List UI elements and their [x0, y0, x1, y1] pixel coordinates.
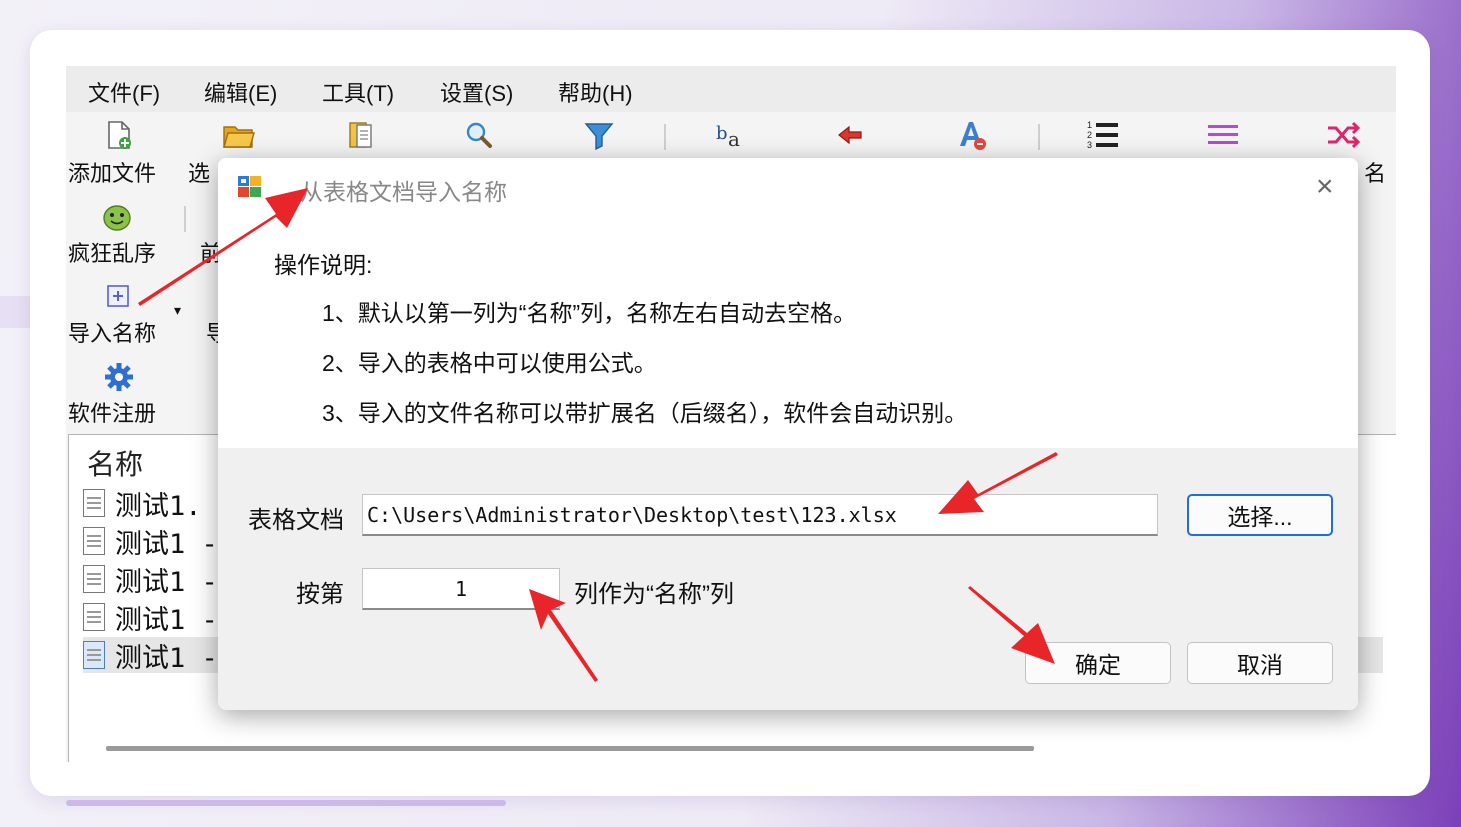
- column-header-name[interactable]: 名称: [87, 443, 143, 483]
- text-case-icon[interactable]: ba: [714, 118, 748, 152]
- column-prefix-label: 按第: [296, 581, 344, 608]
- column-number-input[interactable]: [362, 568, 560, 610]
- add-file-icon[interactable]: [102, 118, 136, 152]
- gear-icon[interactable]: [102, 360, 136, 394]
- svg-text:1: 1: [1087, 120, 1092, 130]
- shuffle-icon[interactable]: [1326, 118, 1360, 152]
- menu-settings[interactable]: 设置(S): [440, 76, 513, 108]
- list-item[interactable]: 测试1. t: [83, 485, 235, 522]
- menu-file[interactable]: 文件(F): [88, 76, 160, 108]
- doc-icon: [83, 489, 105, 517]
- import-icon[interactable]: [102, 280, 136, 314]
- list-item[interactable]: 测试1 -: [83, 561, 218, 598]
- app-logo-icon: [236, 172, 264, 200]
- doc-icon: [83, 527, 105, 555]
- red-pointer-icon[interactable]: [834, 118, 868, 152]
- cancel-button[interactable]: 取消: [1187, 642, 1333, 684]
- list-item-name: 测试1 -: [115, 604, 218, 636]
- search-icon[interactable]: [462, 118, 496, 152]
- svg-text:b: b: [716, 123, 728, 144]
- import-dialog: 从表格文档导入名称 × 操作说明: 1、默认以第一列为“名称”列，名称左右自动去…: [218, 158, 1358, 710]
- smiley-icon[interactable]: [100, 200, 134, 234]
- horizontal-scrollbar[interactable]: [106, 746, 1034, 751]
- list-item[interactable]: 测试1 -: [83, 523, 218, 560]
- background-decor-left: [0, 296, 30, 328]
- instruction-line: 3、导入的文件名称可以带扩展名（后缀名），软件会自动识别。: [322, 400, 968, 426]
- column-suffix-label: 列作为“名称”列: [574, 581, 734, 608]
- lines-icon[interactable]: [1206, 118, 1240, 152]
- instruction-line: 1、默认以第一列为“名称”列，名称左右自动去空格。: [322, 300, 857, 326]
- menu-bar: 文件(F) 编辑(E) 工具(T) 设置(S) 帮助(H): [66, 66, 1396, 112]
- ok-button[interactable]: 确定: [1025, 642, 1171, 684]
- import-names-label[interactable]: 导入名称: [68, 316, 156, 348]
- select-label[interactable]: 选: [188, 156, 210, 188]
- open-folder-icon[interactable]: [222, 118, 256, 152]
- doc-icon: [83, 565, 105, 593]
- svg-text:3: 3: [1087, 140, 1092, 150]
- svg-text:a: a: [728, 127, 740, 151]
- list-item-name: 测试1 -: [115, 642, 218, 674]
- list-item-name: 测试1 -: [115, 528, 218, 560]
- numbered-list-icon[interactable]: 123: [1086, 118, 1120, 152]
- font-color-icon[interactable]: [954, 118, 988, 152]
- toolbar-separator: [184, 206, 186, 232]
- list-item-name: 测试1 -: [115, 566, 218, 598]
- svg-text:2: 2: [1087, 130, 1092, 140]
- book-icon[interactable]: [344, 118, 378, 152]
- doc-icon: [83, 603, 105, 631]
- list-item[interactable]: 测试1 -: [83, 599, 218, 636]
- rename-label[interactable]: 名: [1364, 156, 1386, 188]
- menu-tools[interactable]: 工具(T): [322, 76, 394, 108]
- toolbar-separator: [1038, 124, 1040, 150]
- doc-icon: [83, 641, 105, 669]
- crazy-shuffle-label[interactable]: 疯狂乱序: [68, 236, 156, 268]
- background-decor-bottom: [66, 800, 506, 806]
- close-icon[interactable]: ×: [1316, 170, 1334, 204]
- dialog-title: 从表格文档导入名称: [300, 179, 507, 205]
- register-label[interactable]: 软件注册: [68, 396, 156, 428]
- import-dropdown-arrow[interactable]: ▾: [174, 302, 181, 319]
- toolbar-separator: [664, 124, 666, 150]
- file-path-input[interactable]: [362, 494, 1158, 536]
- instructions-title: 操作说明:: [274, 252, 373, 278]
- add-file-label[interactable]: 添加文件: [68, 156, 156, 188]
- menu-help[interactable]: 帮助(H): [558, 76, 633, 108]
- menu-edit[interactable]: 编辑(E): [204, 76, 277, 108]
- file-label: 表格文档: [248, 507, 344, 534]
- choose-button[interactable]: 选择...: [1187, 494, 1333, 536]
- list-item-name: 测试1. t: [115, 490, 235, 522]
- filter-icon[interactable]: [582, 118, 616, 152]
- instruction-line: 2、导入的表格中可以使用公式。: [322, 350, 657, 376]
